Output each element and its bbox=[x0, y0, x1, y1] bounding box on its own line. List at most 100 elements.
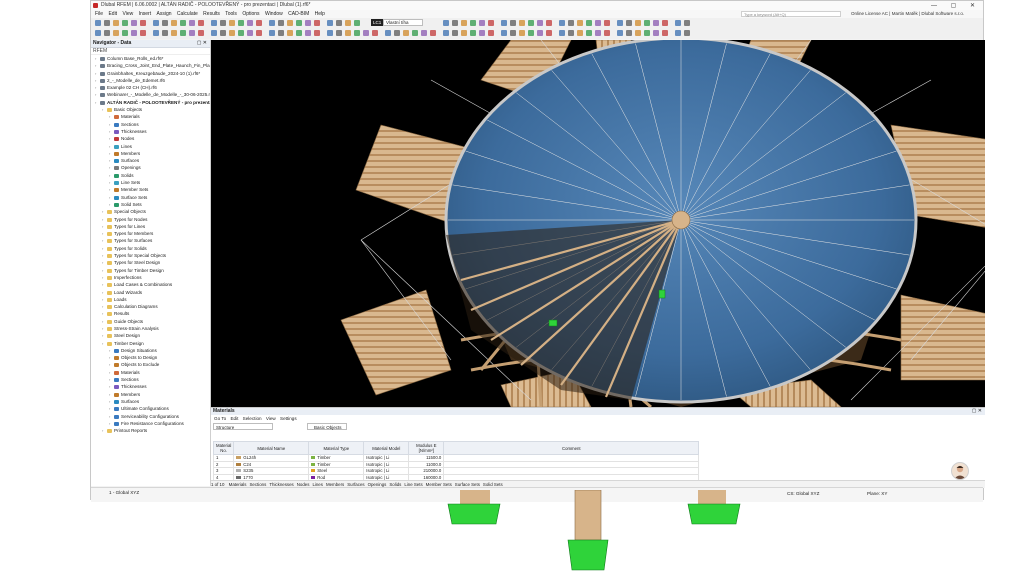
toolbar-tool-icon[interactable] bbox=[559, 30, 565, 36]
table-row[interactable]: 3S235SteelIsotropic | Li210000.0 bbox=[214, 468, 699, 475]
expand-chevron-icon[interactable]: › bbox=[95, 91, 96, 98]
navigator-item[interactable]: ›Ultimate Configurations bbox=[91, 405, 210, 412]
navigator-item[interactable]: ›Surfaces bbox=[91, 157, 210, 164]
toolbar-tool-icon[interactable] bbox=[256, 20, 262, 26]
toolbar-tool-icon[interactable] bbox=[269, 20, 275, 26]
toolbar-tool-icon[interactable] bbox=[421, 30, 427, 36]
navigator-item[interactable]: ›Types for Timber Design bbox=[91, 267, 210, 274]
expand-chevron-icon[interactable]: › bbox=[102, 259, 103, 266]
cell-model[interactable]: Isotropic | Li bbox=[364, 455, 409, 462]
toolbar-tool-icon[interactable] bbox=[675, 30, 681, 36]
expand-chevron-icon[interactable]: › bbox=[109, 420, 110, 427]
navigator-item[interactable]: ›Types for Solids bbox=[91, 245, 210, 252]
menu-cad-bim[interactable]: CAD-BIM bbox=[288, 10, 309, 18]
toolbar-tool-icon[interactable] bbox=[122, 30, 128, 36]
expand-chevron-icon[interactable]: › bbox=[102, 274, 103, 281]
expand-chevron-icon[interactable]: › bbox=[109, 194, 110, 201]
navigator-item[interactable]: ›Stress-Strain Analysis bbox=[91, 325, 210, 332]
navigator-item[interactable]: ›Load Cases & Combinations bbox=[91, 281, 210, 288]
toolbar-tool-icon[interactable] bbox=[327, 30, 333, 36]
toolbar-tool-icon[interactable] bbox=[452, 20, 458, 26]
toolbar-tool-icon[interactable] bbox=[314, 30, 320, 36]
toolbar-tool-icon[interactable] bbox=[131, 20, 137, 26]
toolbar-tool-icon[interactable] bbox=[189, 30, 195, 36]
menu-file[interactable]: File bbox=[95, 10, 103, 18]
expand-chevron-icon[interactable]: › bbox=[109, 383, 110, 390]
toolbar-tool-icon[interactable] bbox=[684, 30, 690, 36]
toolbar-tool-icon[interactable] bbox=[140, 30, 146, 36]
menu-assign[interactable]: Assign bbox=[157, 10, 172, 18]
toolbar-tool-icon[interactable] bbox=[171, 30, 177, 36]
toolbar-tool-icon[interactable] bbox=[510, 30, 516, 36]
expand-chevron-icon[interactable]: › bbox=[109, 135, 110, 142]
toolbar-tool-icon[interactable] bbox=[443, 30, 449, 36]
toolbar-tool-icon[interactable] bbox=[617, 20, 623, 26]
toolbar-tool-icon[interactable] bbox=[559, 20, 565, 26]
expand-chevron-icon[interactable]: › bbox=[95, 84, 96, 91]
toolbar-tool-icon[interactable] bbox=[95, 30, 101, 36]
navigator-root[interactable]: RFEM bbox=[91, 48, 210, 55]
toolbar-tool-icon[interactable] bbox=[345, 20, 351, 26]
expand-chevron-icon[interactable]: › bbox=[109, 405, 110, 412]
toolbar-tool-icon[interactable] bbox=[394, 30, 400, 36]
navigator-item[interactable]: ›Objects to Exclude bbox=[91, 361, 210, 368]
toolbar-tool-icon[interactable] bbox=[229, 30, 235, 36]
cell-name[interactable]: C24 bbox=[234, 461, 309, 468]
navigator-item[interactable]: ›2_-_Modelle_de_Edemet.rf6 bbox=[91, 77, 210, 84]
navigator-item[interactable]: ›Types for Nodes bbox=[91, 216, 210, 223]
navigator-item[interactable]: ›Materials bbox=[91, 369, 210, 376]
toolbar-tool-icon[interactable] bbox=[345, 30, 351, 36]
cell-modulus[interactable]: 210000.0 bbox=[409, 468, 444, 475]
toolbar-tool-icon[interactable] bbox=[198, 30, 204, 36]
expand-chevron-icon[interactable]: › bbox=[95, 99, 96, 106]
menu-tools[interactable]: Tools bbox=[225, 10, 237, 18]
toolbar-tool-icon[interactable] bbox=[131, 30, 137, 36]
expand-chevron-icon[interactable]: › bbox=[109, 376, 110, 383]
expand-chevron-icon[interactable]: › bbox=[109, 361, 110, 368]
navigator-item[interactable]: ›Types for Steel Design bbox=[91, 259, 210, 266]
navigator-item[interactable]: ›Types for Members bbox=[91, 230, 210, 237]
cell-comment[interactable] bbox=[444, 468, 699, 475]
toolbar-tool-icon[interactable] bbox=[296, 30, 302, 36]
navigator-item[interactable]: ›Solids bbox=[91, 172, 210, 179]
navigator-item[interactable]: ›ALTÁN RADIČ - POLOOTEVŘENÝ - pro prezen… bbox=[91, 99, 210, 106]
expand-chevron-icon[interactable]: › bbox=[109, 150, 110, 157]
toolbar-tool-icon[interactable] bbox=[354, 30, 360, 36]
navigator-item[interactable]: ›Webinarer_-_Modelle_de_Modelle_-_30-06-… bbox=[91, 91, 210, 98]
toolbar-tool-icon[interactable] bbox=[363, 30, 369, 36]
toolbar-tool-icon[interactable] bbox=[305, 30, 311, 36]
navigator-item[interactable]: ›Timber Design bbox=[91, 340, 210, 347]
toolbar-tool-icon[interactable] bbox=[635, 20, 641, 26]
toolbar-tool-icon[interactable] bbox=[546, 30, 552, 36]
navigator-item[interactable]: ›Materials bbox=[91, 113, 210, 120]
toolbar-tool-icon[interactable] bbox=[162, 30, 168, 36]
menu-view[interactable]: View bbox=[122, 10, 133, 18]
toolbar-tool-icon[interactable] bbox=[470, 30, 476, 36]
expand-chevron-icon[interactable]: › bbox=[102, 303, 103, 310]
menu-results[interactable]: Results bbox=[203, 10, 220, 18]
cell-comment[interactable] bbox=[444, 455, 699, 462]
toolbar-tool-icon[interactable] bbox=[662, 30, 668, 36]
table-menu-settings[interactable]: Settings bbox=[280, 416, 297, 421]
cell-name[interactable]: S235 bbox=[234, 468, 309, 475]
navigator-item[interactable]: ›Grainbhaltes_Kreuzgebäude_2024-10 (1).r… bbox=[91, 70, 210, 77]
toolbar-tool-icon[interactable] bbox=[635, 30, 641, 36]
expand-chevron-icon[interactable]: › bbox=[95, 55, 96, 62]
toolbar-tool-icon[interactable] bbox=[568, 20, 574, 26]
toolbar-tool-icon[interactable] bbox=[568, 30, 574, 36]
expand-chevron-icon[interactable]: › bbox=[102, 252, 103, 259]
toolbar-tool-icon[interactable] bbox=[287, 20, 293, 26]
cell-modulus[interactable]: 11000.0 bbox=[409, 461, 444, 468]
toolbar-tool-icon[interactable] bbox=[595, 20, 601, 26]
toolbar-tool-icon[interactable] bbox=[488, 20, 494, 26]
toolbar-tool-icon[interactable] bbox=[385, 30, 391, 36]
3d-model-viewport[interactable] bbox=[211, 40, 985, 407]
expand-chevron-icon[interactable]: › bbox=[102, 325, 103, 332]
expand-chevron-icon[interactable]: › bbox=[109, 201, 110, 208]
toolbar-tool-icon[interactable] bbox=[546, 20, 552, 26]
toolbar-tool-icon[interactable] bbox=[519, 20, 525, 26]
window-controls[interactable]: — ▢ ✕ bbox=[931, 2, 981, 9]
toolbar-tool-icon[interactable] bbox=[296, 20, 302, 26]
expand-chevron-icon[interactable]: › bbox=[109, 369, 110, 376]
table-menu-edit[interactable]: Edit bbox=[230, 416, 238, 421]
